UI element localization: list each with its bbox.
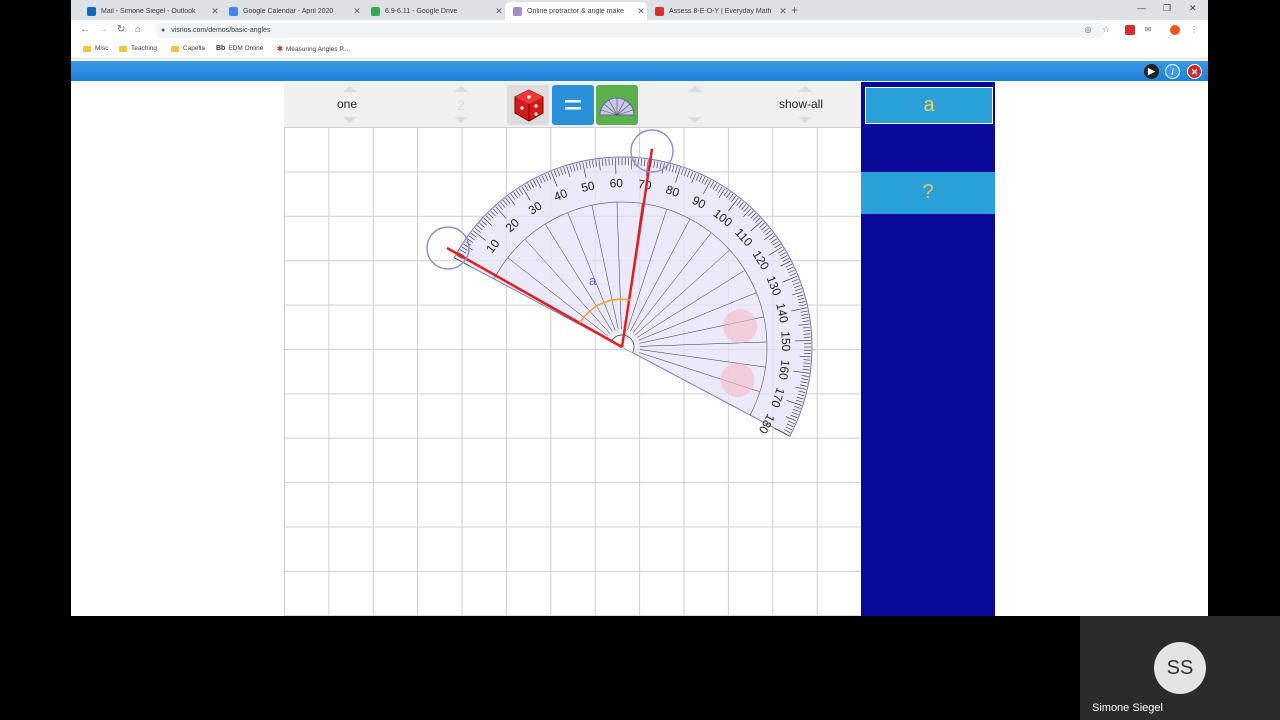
menu-kebab-icon[interactable]: ⋮ [1189,25,1199,35]
answer-panel [861,82,995,616]
bookmark-label: Teaching [131,45,158,52]
calendar-icon [229,6,238,16]
equals-icon [565,100,581,110]
angle-name-box[interactable]: a [865,87,993,124]
folder-icon [119,45,127,52]
bookmark-label: Capella [183,45,206,52]
decrease-arrow-icon[interactable] [798,117,812,123]
navigation-bar: ← → ↻ ⌂ ● visnos.com/demos/basic-angles … [71,20,1208,40]
outlook-icon [87,6,96,16]
random-dice-button[interactable] [507,85,549,125]
folder-icon [171,45,179,52]
protractor-label: 150 [778,331,793,352]
count-digit[interactable]: 2 [457,97,465,113]
protractor-body[interactable] [453,156,813,437]
tab-calendar[interactable]: Google Calendar - April 2020 ✕ [221,2,363,20]
protractor-favicon-icon [513,6,522,16]
show-mode-label[interactable]: show-all [779,97,823,111]
reload-icon[interactable]: ↻ [117,24,125,35]
close-icon[interactable]: ✕ [777,6,789,17]
bookmark-teaching[interactable]: Teaching [119,45,157,52]
cast-icon[interactable]: ◎ [1083,25,1093,35]
increase-arrow-icon[interactable] [798,86,812,92]
screen: Mail - Simone Siegel - Outlook ✕ Google … [0,0,1280,720]
bookmark-label: EDM Online [228,45,264,52]
angle-label: a [589,273,597,288]
bookmark-label: Misc [95,45,109,52]
everyday-math-icon [655,6,664,16]
forward-icon[interactable]: → [98,24,108,35]
bookmark-misc[interactable]: Misc [83,45,108,52]
new-tab-icon[interactable]: + [791,3,798,17]
app-header-bar: ▶ i ✕ [71,61,1208,81]
bookmarks-bar: Misc Teaching Capella Bb EDM Online ✱ Me… [71,40,1208,59]
bookmark-star-icon[interactable]: ☆ [1101,25,1111,35]
home-icon[interactable]: ⌂ [135,24,141,35]
participant-tile: SS Simone Siegel [1080,616,1280,720]
close-icon[interactable]: ✕ [351,6,363,17]
protractor-icon [599,97,635,116]
tab-label: Google Calendar - April 2020 [243,7,334,15]
tab-protractor[interactable]: Online protractor & angle make ✕ [505,2,647,20]
minimize-icon[interactable]: — [1137,3,1146,13]
tab-drive[interactable]: 6.9-6.11 - Google Drive ✕ [363,2,505,20]
close-icon[interactable]: ✕ [209,6,221,17]
mode-label[interactable]: one [337,97,357,111]
tab-label: Mail - Simone Siegel - Outlook [101,7,196,15]
bookmark-edm-online[interactable]: Bb EDM Online [216,45,263,52]
tab-outlook[interactable]: Mail - Simone Siegel - Outlook ✕ [79,2,221,20]
tab-assess[interactable]: Assess 8-E-O-Y | Everyday Math ✕ [647,2,789,20]
pinwheel-icon: ✱ [277,46,283,53]
participant-name: Simone Siegel [1092,702,1163,714]
folder-icon [83,45,91,52]
app-close-icon[interactable]: ✕ [1187,64,1202,79]
profile-avatar[interactable] [1170,25,1180,35]
rotate-handle[interactable] [720,363,755,398]
back-icon[interactable]: ← [80,24,90,35]
protractor[interactable]: 10203040 50 60 70 80901001101201301401501601… [453,156,813,437]
info-icon[interactable]: i [1165,64,1180,79]
mail-extension-icon[interactable]: ✉ [1143,25,1153,35]
decrease-arrow-icon[interactable] [454,117,468,123]
protractor-label: 160 [776,359,793,381]
protractor-toggle-button[interactable] [596,85,638,125]
url-text: visnos.com/demos/basic-angles [171,27,271,34]
bookmark-measuring-angles[interactable]: ✱ Measuring Angles P... [277,45,349,54]
tab-label: Assess 8-E-O-Y | Everyday Math [669,7,772,15]
increase-arrow-icon[interactable] [343,86,357,92]
lock-icon: ● [161,27,166,34]
equals-button[interactable] [552,85,594,125]
protractor-label: 60 [609,176,623,190]
drive-icon [371,6,380,16]
browser-window: Mail - Simone Siegel - Outlook ✕ Google … [71,0,1208,616]
bookmark-capella[interactable]: Capella [171,45,205,52]
decrease-arrow-icon[interactable] [343,117,357,123]
dice-icon [514,89,544,122]
rotate-handle[interactable] [723,309,758,344]
address-bar[interactable]: ● visnos.com/demos/basic-angles [155,23,1105,38]
bookmark-label: Measuring Angles P... [285,45,349,53]
tab-strip: Mail - Simone Siegel - Outlook ✕ Google … [71,0,1208,20]
record-icon[interactable]: ▶ [1144,64,1159,79]
increase-arrow-icon[interactable] [688,86,702,92]
increase-arrow-icon[interactable] [454,86,468,92]
extension-red-icon[interactable] [1125,25,1135,35]
decrease-arrow-icon[interactable] [688,117,702,123]
blackboard-icon: Bb [216,45,226,52]
tab-label: Online protractor & angle make [527,7,624,15]
angle-measure-box[interactable]: ? [861,172,995,214]
angle-workspace: 10203040 50 60 70 80901001101201301401501601… [426,129,813,437]
avatar: SS [1154,642,1206,694]
restore-icon[interactable]: ❐ [1163,3,1171,14]
tab-label: 6.9-6.11 - Google Drive [385,7,458,15]
close-icon[interactable]: ✕ [493,6,505,17]
window-close-icon[interactable]: ✕ [1189,3,1197,14]
close-icon[interactable]: ✕ [635,6,647,17]
